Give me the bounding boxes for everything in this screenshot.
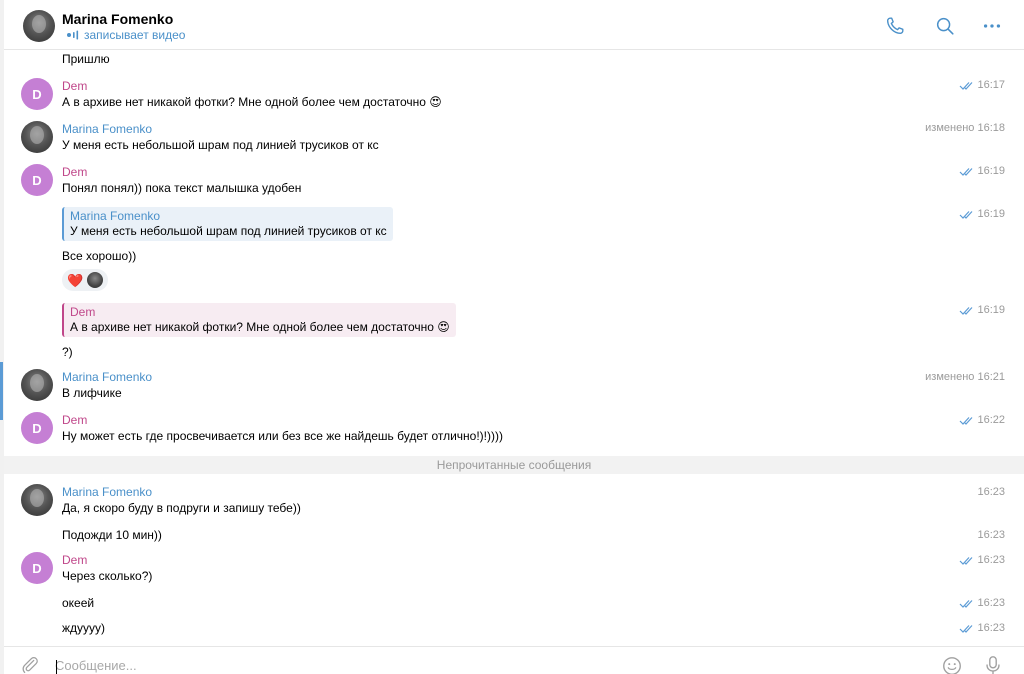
message-time: 16:23 [977,554,1005,566]
message-text: океей [62,596,95,610]
message-time: 16:19 [977,165,1005,177]
sender-name[interactable]: Marina Fomenko [62,485,152,499]
quote-text: У меня есть небольшой шрам под линией тр… [70,224,387,238]
message-list[interactable]: Пришлю D Dem А в архиве нет никакой фотк… [4,0,1024,646]
emoji-icon [943,657,961,674]
message-meta: 16:23 [959,597,1005,609]
text-cursor [56,660,57,674]
message-text: Подожди 10 мин)) [62,528,162,542]
quote-sender: Dem [70,305,96,319]
avatar-dem[interactable]: D [21,164,53,196]
message-input[interactable] [55,656,875,674]
message-meta: 16:19 [959,208,1005,220]
message-time: изменено 16:18 [925,122,1005,134]
emoji-button[interactable] [941,655,963,674]
message-time: 16:23 [977,597,1005,609]
avatar-dem[interactable]: D [21,412,53,444]
avatar-dem[interactable]: D [21,78,53,110]
chat-title[interactable]: Marina Fomenko [62,11,173,27]
double-check-icon [960,210,973,219]
message-meta: 16:19 [959,304,1005,316]
voice-button[interactable] [983,655,1003,674]
avatar-marina[interactable] [21,484,53,516]
message-time: 16:19 [977,208,1005,220]
double-check-icon [960,624,973,633]
microphone-icon [986,656,1000,674]
double-check-icon [960,416,973,425]
sender-name[interactable]: Dem [62,165,87,179]
message-text: Все хорошо)) [62,249,137,263]
message-time: 16:22 [977,414,1005,426]
message-text: Через сколько?) [62,569,153,583]
attach-button[interactable] [20,655,40,674]
message-meta: изменено 16:21 [925,371,1005,383]
avatar-marina[interactable] [21,369,53,401]
message-time: изменено 16:21 [925,371,1005,383]
double-check-icon [960,306,973,315]
unread-divider: Непрочитанные сообщения [4,456,1024,474]
attach-icon [22,657,38,674]
reply-quote[interactable]: Dem А в архиве нет никакой фотки? Мне од… [62,303,456,337]
sender-name[interactable]: Marina Fomenko [62,370,152,384]
message-time: 16:23 [977,486,1005,498]
double-check-icon [960,167,973,176]
call-button[interactable] [882,13,908,39]
header-avatar[interactable] [23,10,55,42]
message-meta: 16:19 [959,165,1005,177]
message-meta: 16:23 [959,622,1005,634]
message-time: 16:17 [977,79,1005,91]
double-check-icon [960,599,973,608]
search-icon [936,17,954,35]
active-chat-marker [0,362,3,420]
message-composer [4,646,1024,674]
sender-name[interactable]: Dem [62,79,87,93]
double-check-icon [960,556,973,565]
message-text: Пришлю [62,52,110,66]
message-time: 16:23 [977,622,1005,634]
more-button[interactable] [979,13,1005,39]
message-text: Понял понял)) пока текст малышка удобен [62,181,302,195]
phone-icon [886,17,904,35]
message-time: 16:23 [977,529,1005,541]
message-meta: 16:23 [977,529,1005,541]
avatar-dem[interactable]: D [21,552,53,584]
message-time: 16:19 [977,304,1005,316]
avatar-marina[interactable] [21,121,53,153]
message-meta: изменено 16:18 [925,122,1005,134]
message-text: Да, я скоро буду в подруги и запишу тебе… [62,501,301,515]
heart-reaction[interactable]: ❤️ [67,274,83,287]
chat-header: Marina Fomenko записывает видео [4,0,1024,50]
reply-quote[interactable]: Marina Fomenko У меня есть небольшой шра… [62,207,393,241]
message-meta: 16:23 [959,554,1005,566]
reactor-avatar [87,272,104,288]
message-text: А в архиве нет никакой фотки? Мне одной … [62,95,442,109]
sender-name[interactable]: Dem [62,553,87,567]
message-meta: 16:22 [959,414,1005,426]
quote-sender: Marina Fomenko [70,209,161,223]
quote-text: А в архиве нет никакой фотки? Мне одной … [70,320,450,334]
message-text: ждуууу) [62,621,106,635]
typing-status: записывает видео [84,28,186,42]
recording-icon [67,30,79,40]
message-meta: 16:17 [959,79,1005,91]
sender-name[interactable]: Dem [62,413,87,427]
sender-name[interactable]: Marina Fomenko [62,122,152,136]
search-button[interactable] [932,13,958,39]
double-check-icon [960,81,973,90]
more-icon [983,24,1001,28]
message-meta: 16:23 [977,486,1005,498]
message-text: ?) [62,345,73,359]
message-reactions[interactable]: ❤️ [62,269,109,291]
message-text: Ну может есть где просвечивается или без… [62,429,503,443]
message-text: В лифчике [62,386,122,400]
message-text: У меня есть небольшой шрам под линией тр… [62,138,379,152]
